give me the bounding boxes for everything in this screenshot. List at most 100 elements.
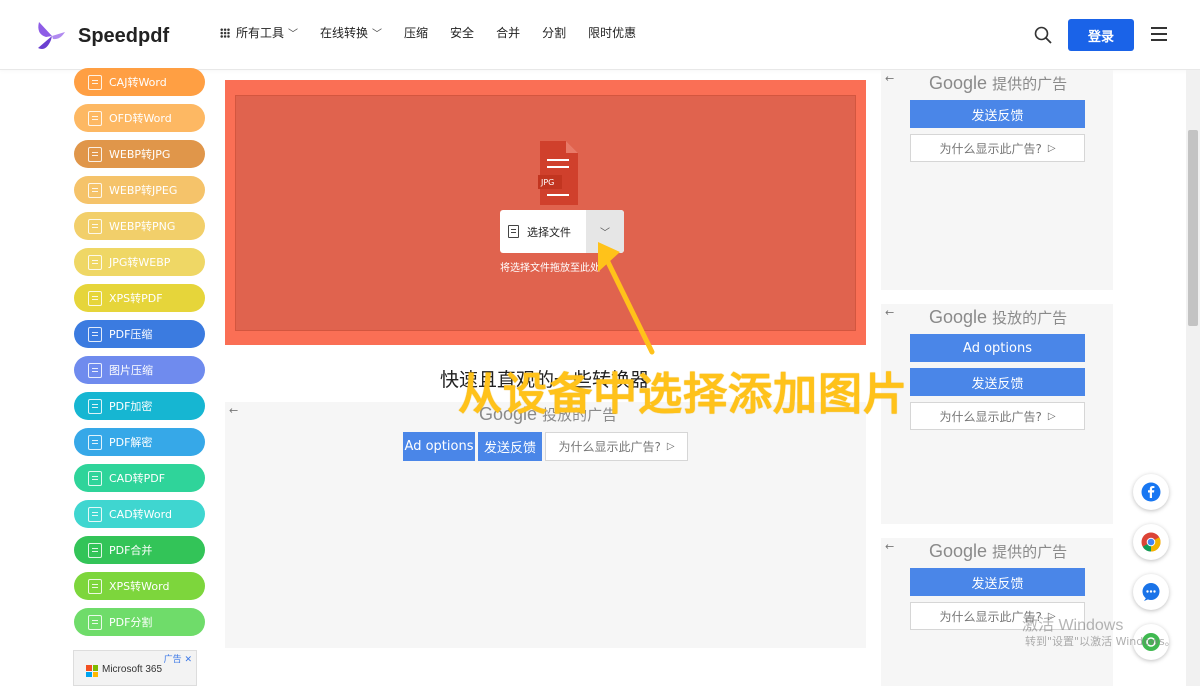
nav-split[interactable]: 分割: [542, 24, 566, 41]
chrome-icon: [1141, 532, 1161, 552]
file-convert-icon: [88, 290, 102, 306]
menu-icon[interactable]: [1151, 27, 1167, 41]
main-nav: 所有工具 ﹀ 在线转换 ﹀ 压缩 安全 合并 分割 限时优惠: [220, 24, 658, 41]
sidebar-item-label: PDF加密: [109, 400, 153, 413]
back-arrow-icon[interactable]: ←: [885, 540, 894, 553]
file-type-text: JPG: [540, 178, 554, 187]
scrollbar-thumb[interactable]: [1188, 130, 1198, 326]
file-convert-icon: [88, 506, 102, 522]
sidebar-item[interactable]: PDF压缩: [74, 320, 205, 348]
document-icon: [508, 225, 519, 238]
back-arrow-icon[interactable]: ←: [229, 404, 238, 417]
ad-options-button[interactable]: Ad options: [910, 334, 1085, 362]
why-this-ad-label: 为什么显示此广告?: [939, 409, 1042, 424]
microsoft-logo-icon: [86, 665, 98, 677]
nav-merge-label: 合并: [496, 26, 521, 40]
sidebar-item-label: WEBP转JPG: [109, 148, 171, 161]
right-ad-panel-1: ← Google 提供的广告 发送反馈 为什么显示此广告? ▷: [881, 70, 1113, 290]
feedback-button[interactable]: 发送反馈: [910, 568, 1085, 596]
ad-label: Google 投放的广告: [929, 307, 1067, 328]
feedback-button[interactable]: 发送反馈: [910, 100, 1085, 128]
ad-options-button[interactable]: Ad options: [403, 432, 475, 461]
nav-promo-label: 限时优惠: [588, 26, 637, 40]
play-icon: ▷: [666, 441, 675, 452]
nav-merge[interactable]: 合并: [496, 24, 520, 41]
sidebar-item[interactable]: CAJ转Word: [74, 68, 205, 96]
sidebar-item[interactable]: WEBP转JPG: [74, 140, 205, 168]
sidebar-item-label: JPG转WEBP: [109, 256, 171, 269]
compress-icon: [88, 326, 102, 342]
logo-text: Speedpdf: [78, 24, 170, 47]
sidebar-item[interactable]: 图片压缩: [74, 356, 205, 384]
why-this-ad-button[interactable]: 为什么显示此广告? ▷: [545, 432, 688, 461]
annotation-text: 从设备中选择添加图片: [458, 369, 908, 420]
ms-ad-text: Microsoft 365: [102, 664, 163, 675]
sidebar-item-label: PDF合并: [109, 544, 153, 557]
nav-compress-label: 压缩: [404, 26, 429, 40]
drop-zone[interactable]: JPG 选择文件 ﹀ 将选择文件拖放至此处: [235, 95, 856, 331]
login-button[interactable]: 登录: [1068, 19, 1134, 51]
sidebar-item-label: PDF压缩: [109, 328, 153, 341]
ad-label-suffix: 投放的广告: [992, 310, 1068, 327]
chrome-share-button[interactable]: [1133, 524, 1169, 560]
upload-area[interactable]: JPG 选择文件 ﹀ 将选择文件拖放至此处: [225, 80, 866, 345]
center-ad-panel: ← Google 投放的广告 Ad options 发送反馈 为什么显示此广告?…: [225, 402, 866, 648]
image-convert-icon: [88, 146, 102, 162]
sidebar-item[interactable]: PDF合并: [74, 536, 205, 564]
nav-security[interactable]: 安全: [450, 24, 474, 41]
logo[interactable]: Speedpdf: [36, 18, 169, 54]
top-header: Speedpdf 所有工具 ﹀ 在线转换 ﹀ 压缩 安全 合并 分割 限时优惠 …: [0, 0, 1200, 70]
sidebar-item-label: WEBP转PNG: [109, 220, 176, 233]
chevron-down-icon: ﹀: [372, 29, 383, 40]
ad-label-suffix: 提供的广告: [992, 76, 1068, 93]
nav-all-tools[interactable]: 所有工具 ﹀: [220, 24, 298, 41]
sidebar-item-label: CAD转Word: [109, 508, 172, 521]
nav-security-label: 安全: [450, 26, 475, 40]
facebook-share-button[interactable]: [1133, 474, 1169, 510]
sidebar-item[interactable]: CAD转PDF: [74, 464, 205, 492]
nav-promo[interactable]: 限时优惠: [588, 24, 636, 41]
sidebar-item[interactable]: OFD转Word: [74, 104, 205, 132]
feedback-button[interactable]: 发送反馈: [478, 432, 542, 461]
nav-online-convert-label: 在线转换: [320, 26, 369, 40]
chat-icon: [1142, 583, 1160, 601]
microsoft-365-ad[interactable]: 广告 ✕ Microsoft 365: [73, 650, 197, 686]
butterfly-logo-icon: [38, 22, 65, 49]
search-icon[interactable]: [1034, 26, 1052, 44]
sidebar-item-label: 图片压缩: [109, 364, 153, 377]
sidebar-item-label: XPS转PDF: [109, 292, 163, 305]
sidebar-item[interactable]: WEBP转PNG: [74, 212, 205, 240]
image-convert-icon: [88, 182, 102, 198]
sidebar-item[interactable]: XPS转PDF: [74, 284, 205, 312]
sidebar-item-label: PDF分割: [109, 616, 153, 629]
google-word: Google: [929, 73, 988, 93]
ad-label-suffix: 提供的广告: [992, 544, 1068, 561]
feedback-button[interactable]: 发送反馈: [910, 368, 1085, 396]
ad-tag[interactable]: 广告 ✕: [164, 652, 192, 665]
file-convert-icon: [88, 578, 102, 594]
back-arrow-icon[interactable]: ←: [885, 306, 894, 319]
chat-share-button[interactable]: [1133, 574, 1169, 610]
chevron-down-icon: ﹀: [600, 228, 610, 239]
sidebar-item[interactable]: XPS转Word: [74, 572, 205, 600]
select-file-button[interactable]: 选择文件: [500, 210, 586, 253]
ad-label: Google 提供的广告: [929, 541, 1067, 562]
sidebar-item[interactable]: WEBP转JPEG: [74, 176, 205, 204]
sidebar-item[interactable]: JPG转WEBP: [74, 248, 205, 276]
back-arrow-icon[interactable]: ←: [885, 72, 894, 85]
file-convert-icon: [88, 110, 102, 126]
sidebar-item[interactable]: PDF分割: [74, 608, 205, 636]
jpg-file-icon: JPG: [538, 141, 578, 205]
unlock-icon: [88, 434, 102, 450]
nav-compress[interactable]: 压缩: [404, 24, 428, 41]
nav-online-convert[interactable]: 在线转换 ﹀: [320, 24, 382, 41]
why-this-ad-button[interactable]: 为什么显示此广告? ▷: [910, 402, 1085, 430]
image-convert-icon: [88, 254, 102, 270]
sidebar-item-label: CAD转PDF: [109, 472, 166, 485]
play-icon: ▷: [1047, 410, 1056, 422]
why-this-ad-button[interactable]: 为什么显示此广告? ▷: [910, 134, 1085, 162]
sidebar-item[interactable]: CAD转Word: [74, 500, 205, 528]
sidebar-item[interactable]: PDF解密: [74, 428, 205, 456]
why-this-ad-label: 为什么显示此广告?: [558, 440, 661, 454]
sidebar-item[interactable]: PDF加密: [74, 392, 205, 420]
